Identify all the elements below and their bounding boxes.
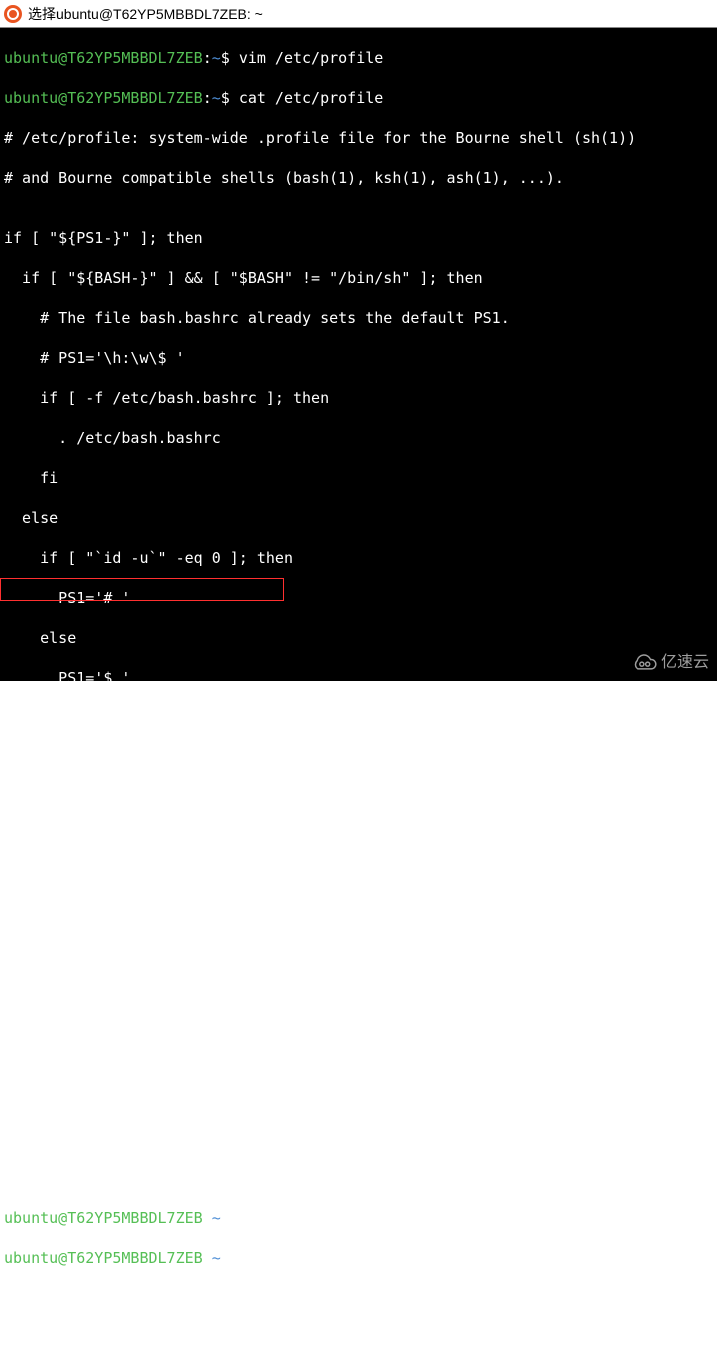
file-line: . /etc/bash.bashrc	[4, 428, 713, 448]
file-line: PS1='# '	[4, 588, 713, 608]
prompt-user-host: ubuntu@T62YP5MBBDL7ZEB	[4, 49, 203, 67]
file-line: done	[4, 1048, 713, 1068]
prompt-path: ~	[212, 89, 221, 107]
prompt-sigil: $	[221, 89, 230, 107]
prompt-colon: :	[203, 1249, 212, 1267]
prompt-user-host: ubuntu@T62YP5MBBDL7ZEB	[4, 1249, 203, 1267]
file-line: # and Bourne compatible shells (bash(1),…	[4, 168, 713, 188]
file-line: . $i	[4, 968, 713, 988]
ubuntu-icon	[4, 5, 22, 23]
prompt-colon: :	[203, 1209, 212, 1227]
file-line: if [ "${BASH-}" ] && [ "$BASH" != "/bin/…	[4, 268, 713, 288]
prompt-line: ubuntu@T62YP5MBBDL7ZEB:~$ cat /etc/profi…	[4, 88, 713, 108]
file-line: if [ "${PS1-}" ]; then	[4, 228, 713, 248]
file-line: fi	[4, 468, 713, 488]
file-line: if [ "`id -u`" -eq 0 ]; then	[4, 548, 713, 568]
file-line: fi	[4, 748, 713, 768]
prompt-path: ~	[212, 1209, 221, 1227]
prompt-user-host: ubuntu@T62YP5MBBDL7ZEB	[4, 89, 203, 107]
watermark-text: 亿速云	[661, 653, 709, 673]
file-line: fi	[4, 788, 713, 808]
prompt-sigil: $	[221, 1209, 230, 1227]
prompt-path: ~	[212, 1249, 221, 1267]
prompt-colon: :	[203, 89, 212, 107]
file-line: if [ -d /etc/profile.d ]; then	[4, 848, 713, 868]
file-line: if [ -f /etc/bash.bashrc ]; then	[4, 388, 713, 408]
prompt-line[interactable]: ubuntu@T62YP5MBBDL7ZEB:~$	[4, 1248, 713, 1268]
file-line: for i in /etc/profile.d/*.sh; do	[4, 888, 713, 908]
window-titlebar: 选择ubuntu@T62YP5MBBDL7ZEB: ~	[0, 0, 717, 28]
file-line: # The file bash.bashrc already sets the …	[4, 308, 713, 328]
prompt-line: ubuntu@T62YP5MBBDL7ZEB:~$ source /etc/pr…	[4, 1208, 713, 1228]
terminal-viewport[interactable]: ubuntu@T62YP5MBBDL7ZEB:~$ vim /etc/profi…	[0, 28, 717, 681]
prompt-user-host: ubuntu@T62YP5MBBDL7ZEB	[4, 1209, 203, 1227]
window-title: 选择ubuntu@T62YP5MBBDL7ZEB: ~	[28, 4, 263, 24]
command-text: vim /etc/profile	[239, 49, 384, 67]
file-line: else	[4, 628, 713, 648]
command-text: source /etc/profile	[239, 1209, 411, 1227]
prompt-path: ~	[212, 49, 221, 67]
prompt-sigil: $	[221, 1249, 230, 1267]
file-line: # /etc/profile: system-wide .profile fil…	[4, 128, 713, 148]
file-line: fi	[4, 708, 713, 728]
command-text: cat /etc/profile	[239, 89, 384, 107]
file-line: # PS1='\h:\w\$ '	[4, 348, 713, 368]
prompt-sigil: $	[221, 49, 230, 67]
prompt-line: ubuntu@T62YP5MBBDL7ZEB:~$ vim /etc/profi…	[4, 48, 713, 68]
cloud-icon	[629, 653, 657, 673]
file-line: fi	[4, 1008, 713, 1028]
file-line: unset i	[4, 1128, 713, 1148]
file-line: if [ -r $i ]; then	[4, 928, 713, 948]
file-line: else	[4, 508, 713, 528]
file-line: fi	[4, 1168, 713, 1188]
file-line: PS1='$ '	[4, 668, 713, 688]
watermark: 亿速云	[629, 653, 709, 673]
file-line-highlighted: export PATH=$PATH:/usr/games	[4, 1088, 713, 1108]
prompt-colon: :	[203, 49, 212, 67]
